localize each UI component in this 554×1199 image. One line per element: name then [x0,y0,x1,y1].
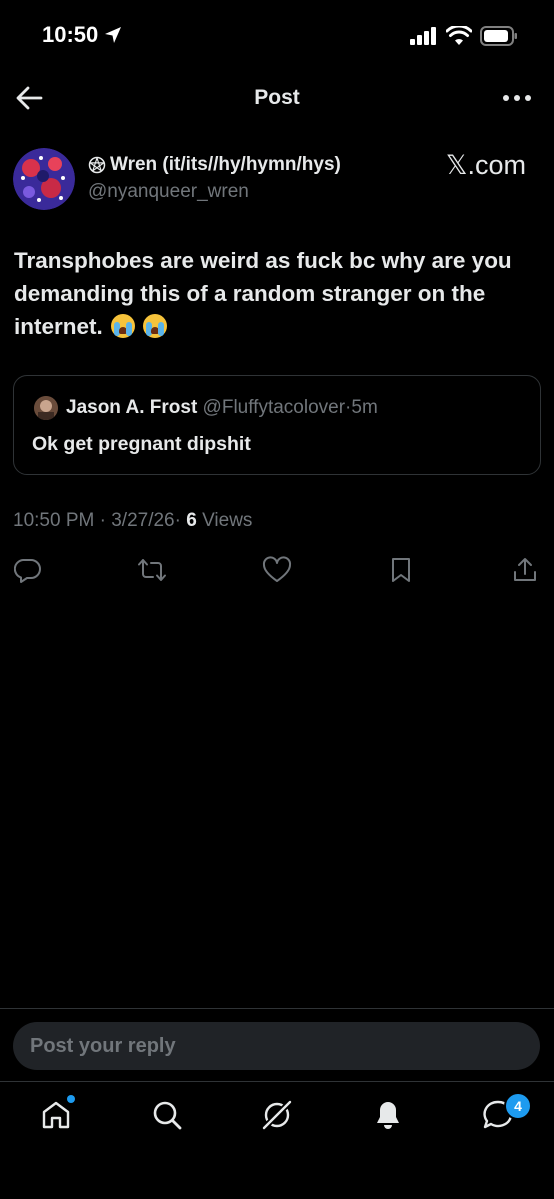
tab-grok[interactable] [260,1098,294,1132]
loudly-crying-face-icon [143,314,168,338]
status-time: 10:50 [42,22,122,48]
share-icon [514,558,536,581]
home-icon [42,1101,70,1129]
avatar-image [13,148,75,210]
source-label: 𝕏.com [445,150,526,180]
more-horizontal-icon [503,95,531,101]
reply-placeholder: Post your reply [30,1035,176,1057]
quoted-post-text: Ok get pregnant dipshit [32,433,251,455]
quoted-author-name: Jason A. Frost [66,397,198,418]
views-count: 6 [186,510,197,531]
cellular-signal-icon [410,27,436,45]
bookmark-button[interactable] [389,556,417,584]
messages-badge: 4 [504,1092,532,1120]
bookmark-icon [392,558,410,582]
post-text: Transphobes are weird as fuck bc why are… [14,244,534,343]
loudly-crying-face-icon [111,314,136,338]
author-name[interactable]: Wren (it/its//hy/hymn/hys) [110,154,341,176]
quoted-time: 5m [351,397,378,418]
author-avatar[interactable] [13,148,75,210]
more-options-button[interactable] [502,90,532,106]
heart-icon [262,556,292,582]
quoted-author-avatar [34,396,58,420]
like-button[interactable] [262,556,292,584]
reply-button[interactable] [14,556,42,584]
grok-icon [260,1098,294,1132]
reply-input[interactable]: Post your reply [13,1022,540,1070]
pentagram-icon [88,156,106,174]
tab-bar-divider [0,1081,554,1082]
bell-icon [377,1102,399,1129]
meta-separator: · [99,510,106,531]
tab-notifications[interactable] [371,1098,405,1132]
repost-icon [138,559,166,581]
repost-button[interactable] [137,556,166,584]
post-meta: 10:50 PM · 3/27/26· 6 Views [13,510,252,532]
meta-separator: · [174,510,181,531]
post-date: 3/27/26 [111,510,175,531]
battery-icon [480,26,517,46]
wifi-icon [446,26,472,45]
quoted-author-handle: @Fluffytacolover [202,397,346,418]
status-indicators [410,26,518,46]
reply-divider [0,1008,554,1009]
post-text-content: Transphobes are weird as fuck bc why are… [14,248,512,339]
search-icon [153,1101,182,1130]
home-notification-dot [67,1095,75,1103]
author-handle[interactable]: @nyanqueer_wren [88,181,249,203]
tab-search[interactable] [150,1098,184,1132]
comment-icon [14,559,41,583]
location-arrow-icon [105,27,122,43]
views-label: Views [202,510,253,531]
share-button[interactable] [512,556,540,584]
author-name-row: Wren (it/its//hy/hymn/hys) [88,154,341,176]
quoted-post-header: Jason A. Frost @Fluffytacolover·5m [66,397,378,419]
tab-home[interactable] [39,1095,75,1132]
status-time-text: 10:50 [42,22,99,47]
page-title: Post [254,86,300,109]
quoted-post-card[interactable]: Jason A. Frost @Fluffytacolover·5m Ok ge… [13,375,541,475]
post-time: 10:50 PM [13,510,95,531]
